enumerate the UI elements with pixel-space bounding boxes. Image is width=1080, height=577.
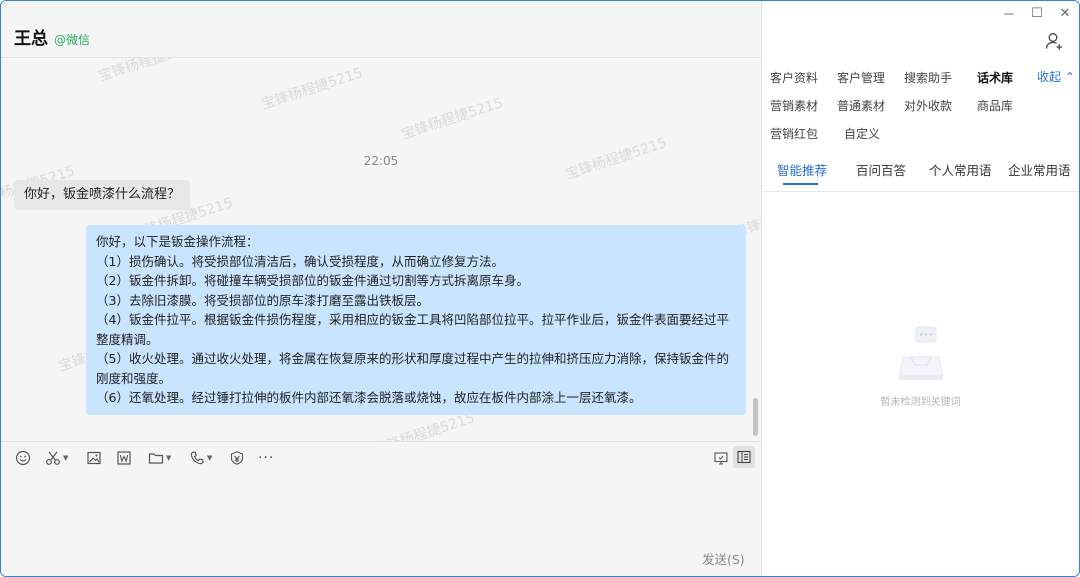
watermark: 宝锋杨程捷5215 [259, 65, 365, 113]
message-line: （4）钣金件拉平。根据钣金件损伤程度，采用相应的钣金工具将凹陷部位拉平。拉平作业… [96, 312, 729, 347]
input-toolbar: ▼ ▼ ▼ ··· [1, 441, 761, 474]
red-packet-icon[interactable] [229, 448, 245, 468]
empty-state-text: 暂未检测到关键词 [880, 397, 961, 408]
chat-header: 王总 @微信 [1, 1, 761, 58]
menu-script-library[interactable]: 话术库 [977, 69, 1013, 86]
tab-personal-phrases[interactable]: 个人常用语 [929, 160, 992, 179]
menu-marketing-materials[interactable]: 营销素材 [770, 97, 818, 114]
menu-customer-profile[interactable]: 客户资料 [770, 69, 818, 86]
incoming-message-bubble[interactable]: 你好，钣金喷漆什么流程？ [14, 180, 191, 210]
menu-customer-management[interactable]: 客户管理 [837, 69, 885, 86]
close-button[interactable]: ✕ [1051, 5, 1079, 21]
menu-product-library[interactable]: 商品库 [977, 97, 1013, 114]
active-tab-indicator [783, 183, 818, 185]
message-timestamp: 22:05 [363, 154, 399, 168]
assistant-panel: － ☐ ✕ 客户资料 客户管理 搜索助手 话术库 收起 ⌃ 营销素材 普通素材 … [762, 1, 1079, 576]
menu-marketing-red-packet[interactable]: 营销红包 [770, 125, 818, 142]
scissors-icon[interactable]: ▼ [45, 448, 68, 468]
menu-custom[interactable]: 自定义 [844, 125, 880, 142]
empty-state-illustration [762, 321, 1079, 387]
message-scrollbar[interactable] [753, 398, 758, 436]
chat-pane: 王总 @微信 宝锋杨程捷5215 宝锋杨程捷5215 宝锋杨程捷5215 宝锋杨… [1, 1, 762, 576]
message-line: （1）损伤确认。将受损部位清洁后，确认受损程度，从而确立修复方法。 [96, 253, 504, 269]
tab-smart-recommend[interactable]: 智能推荐 [777, 160, 827, 179]
message-line: （2）钣金件拆卸。将碰撞车辆受损部位的钣金件通过切割等方式拆离原车身。 [96, 273, 529, 288]
menu-external-payment[interactable]: 对外收款 [904, 97, 952, 114]
message-line: （3）去除旧漆膜。将受损部位的原车漆打磨至露出铁板层。 [96, 292, 429, 308]
chevron-down-icon: ▼ [63, 454, 69, 462]
phone-icon[interactable]: ▼ [189, 448, 212, 468]
add-contact-icon[interactable] [1044, 31, 1064, 55]
send-button[interactable]: 发送(S) [702, 549, 745, 568]
contact-name[interactable]: 王总 [14, 28, 48, 50]
menu-general-materials[interactable]: 普通素材 [837, 97, 885, 114]
chevron-down-icon: ▼ [207, 454, 213, 462]
tab-enterprise-phrases[interactable]: 企业常用语 [1008, 160, 1071, 179]
outgoing-message-bubble[interactable]: 你好，以下是钣金操作流程： （1）损伤确认。将受损部位清洁后，确认受损程度，从而… [86, 225, 746, 415]
collapse-button[interactable]: 收起 ⌃ [1037, 68, 1075, 85]
watermark: 宝锋杨程捷5215 [96, 58, 202, 85]
minimize-button[interactable]: － [995, 5, 1023, 23]
contact-source-badge: @微信 [54, 33, 91, 47]
screen-icon[interactable] [713, 448, 729, 468]
window-controls: － ☐ ✕ [995, 5, 1079, 23]
chat-window: 王总 @微信 宝锋杨程捷5215 宝锋杨程捷5215 宝锋杨程捷5215 宝锋杨… [0, 0, 1080, 577]
script-tabs: 智能推荐 百问百答 个人常用语 企业常用语 [762, 151, 1079, 192]
message-list[interactable]: 宝锋杨程捷5215 宝锋杨程捷5215 宝锋杨程捷5215 宝锋杨程捷5215 … [1, 58, 761, 441]
maximize-button[interactable]: ☐ [1023, 5, 1051, 21]
emoji-icon[interactable] [15, 448, 31, 468]
word-icon[interactable] [116, 448, 132, 468]
message-line: 你好，以下是钣金操作流程： [96, 234, 259, 249]
tab-qa[interactable]: 百问百答 [856, 160, 906, 179]
folder-icon[interactable]: ▼ [148, 448, 171, 468]
sidebar-icon[interactable] [733, 446, 755, 468]
menu-search-assistant[interactable]: 搜索助手 [904, 69, 952, 86]
more-icon[interactable]: ··· [258, 448, 274, 468]
message-line: （6）还氧处理。经过锤打拉伸的板件内部还氧漆会脱落或烧蚀，故应在板件内部涂上一层… [96, 390, 642, 405]
watermark: 宝锋杨程捷5215 [399, 95, 505, 143]
message-input[interactable] [1, 474, 761, 574]
chevron-down-icon: ▼ [166, 454, 172, 462]
message-line: （5）收火处理。通过收火处理，将金属在恢复原来的形状和厚度过程中产生的拉伸和挤压… [96, 351, 729, 386]
image-icon[interactable] [86, 448, 102, 468]
